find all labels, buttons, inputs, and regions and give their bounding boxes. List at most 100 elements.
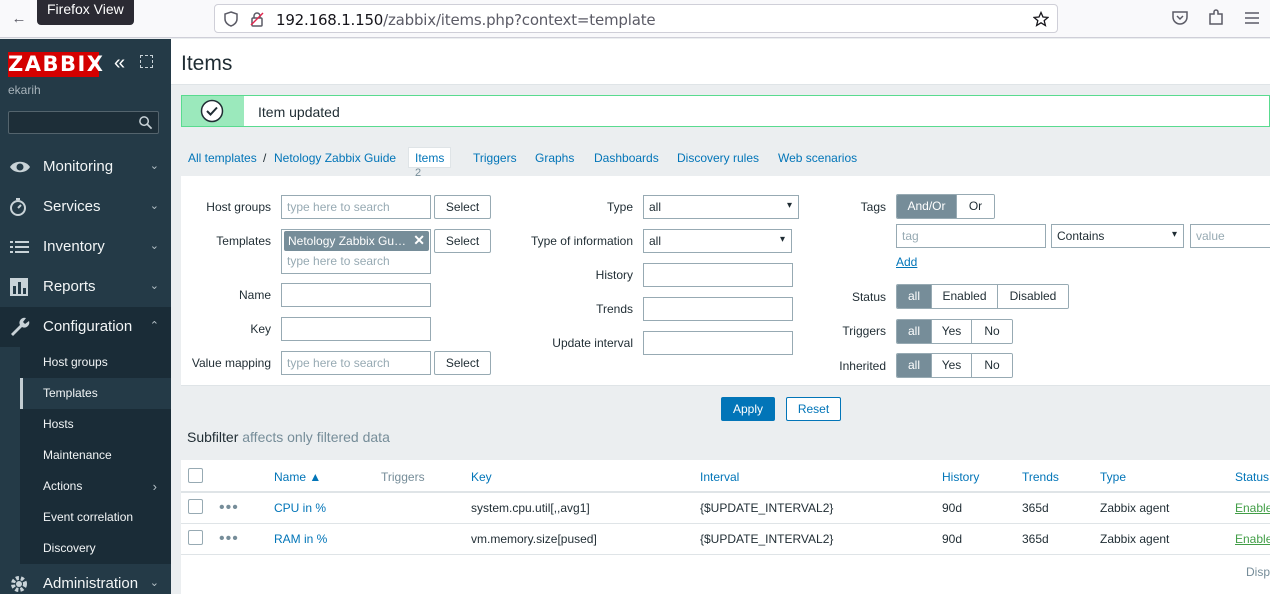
- submenu-discovery[interactable]: Discovery: [20, 533, 171, 564]
- sidebar-search-input[interactable]: [8, 111, 159, 134]
- menu-inventory[interactable]: Inventory ⌄: [0, 227, 171, 267]
- column-header-status[interactable]: Status: [1235, 470, 1269, 484]
- sidebar: ZABBIX « ekarih Monitoring ⌄ Services ⌄ …: [0, 39, 171, 594]
- column-header-history[interactable]: History: [942, 470, 979, 484]
- apply-button[interactable]: Apply: [721, 397, 775, 421]
- host-groups-input[interactable]: type here to search: [281, 195, 431, 219]
- item-history: 90d: [942, 532, 963, 546]
- host-groups-select-button[interactable]: Select: [434, 195, 491, 219]
- tags-or-option[interactable]: Or: [957, 195, 994, 218]
- tag-input[interactable]: tag: [896, 224, 1046, 248]
- key-label: Key: [250, 322, 271, 336]
- row-checkbox[interactable]: [188, 530, 203, 545]
- breadcrumb-template[interactable]: Netology Zabbix Guide: [274, 151, 396, 165]
- zabbix-logo[interactable]: ZABBIX: [8, 52, 103, 77]
- column-header-name[interactable]: Name ▲: [274, 470, 321, 484]
- breadcrumb-all-templates[interactable]: All templates: [188, 151, 257, 165]
- status-disabled-option[interactable]: Disabled: [998, 285, 1068, 308]
- value-mapping-select-button[interactable]: Select: [434, 351, 491, 375]
- tab-triggers[interactable]: Triggers: [473, 151, 517, 165]
- extensions-icon[interactable]: [1206, 8, 1226, 28]
- more-options-icon[interactable]: •••: [219, 531, 239, 547]
- status-enabled-option[interactable]: Enabled: [932, 285, 998, 308]
- back-icon[interactable]: ←: [8, 8, 30, 30]
- tab-items[interactable]: Items 2: [408, 147, 452, 179]
- tags-evaltype-toggle: And/Or Or: [896, 194, 995, 219]
- triggers-no-option[interactable]: No: [972, 320, 1012, 343]
- column-header-triggers: Triggers: [381, 470, 425, 484]
- select-all-checkbox[interactable]: [188, 468, 203, 483]
- item-status-link[interactable]: Enabled: [1235, 532, 1270, 546]
- name-input[interactable]: [281, 283, 431, 307]
- column-header-interval[interactable]: Interval: [700, 470, 739, 484]
- remove-chip-icon[interactable]: ✕: [413, 232, 425, 249]
- item-name-link[interactable]: RAM in %: [274, 532, 327, 546]
- menu-services[interactable]: Services ⌄: [0, 187, 171, 227]
- reset-button[interactable]: Reset: [786, 397, 841, 421]
- inherited-yes-option[interactable]: Yes: [932, 354, 972, 377]
- insecure-lock-icon[interactable]: [249, 11, 265, 27]
- tab-discovery-rules[interactable]: Discovery rules: [677, 151, 759, 165]
- more-options-icon[interactable]: •••: [219, 500, 239, 516]
- submenu-maintenance[interactable]: Maintenance: [20, 440, 171, 471]
- tag-operator-select[interactable]: Contains ▾: [1051, 224, 1184, 248]
- submenu-hosts[interactable]: Hosts: [20, 409, 171, 440]
- type-select[interactable]: all ▾: [643, 195, 799, 219]
- triggers-all-option[interactable]: all: [897, 320, 932, 343]
- name-label: Name: [238, 288, 271, 302]
- add-tag-link[interactable]: Add: [896, 255, 917, 269]
- history-input[interactable]: [643, 263, 793, 287]
- tab-dashboards[interactable]: Dashboards: [594, 151, 659, 165]
- submenu-event-correlation[interactable]: Event correlation: [20, 502, 171, 533]
- menu-configuration[interactable]: Configuration ⌃: [0, 307, 171, 347]
- column-header-trends[interactable]: Trends: [1022, 470, 1059, 484]
- submenu-host-groups[interactable]: Host groups: [20, 347, 171, 378]
- update-interval-input[interactable]: [643, 331, 793, 355]
- address-bar[interactable]: 192.168.1.150/zabbix/items.php?context=t…: [214, 4, 1058, 33]
- value-mapping-input[interactable]: type here to search: [281, 351, 431, 375]
- message-text: Item updated: [258, 104, 340, 120]
- templates-search-placeholder[interactable]: type here to search: [287, 254, 390, 268]
- menu-icon[interactable]: [1242, 8, 1262, 28]
- tags-and-or-option[interactable]: And/Or: [897, 195, 957, 218]
- menu-reports[interactable]: Reports ⌄: [0, 267, 171, 307]
- column-header-key[interactable]: Key: [471, 470, 492, 484]
- trends-input[interactable]: [643, 297, 793, 321]
- item-status-link[interactable]: Enabled: [1235, 501, 1270, 515]
- shield-icon[interactable]: [223, 11, 239, 27]
- key-input[interactable]: [281, 317, 431, 341]
- tooltip: Firefox View: [37, 0, 134, 25]
- type-of-information-select[interactable]: all ▾: [643, 229, 792, 253]
- chevron-down-icon: ▾: [786, 200, 792, 211]
- tab-items-label: Items: [415, 151, 445, 165]
- url-host: 192.168.1.150: [276, 11, 384, 29]
- submenu-actions[interactable]: Actions ›: [20, 471, 171, 502]
- triggers-yes-option[interactable]: Yes: [932, 320, 972, 343]
- submenu-templates[interactable]: Templates: [20, 378, 171, 409]
- column-header-type[interactable]: Type: [1100, 470, 1126, 484]
- type-select-value: all: [649, 200, 662, 214]
- inherited-all-option[interactable]: all: [897, 354, 932, 377]
- tag-value-input[interactable]: value: [1190, 224, 1270, 248]
- pocket-icon[interactable]: [1170, 8, 1190, 28]
- bookmark-star-icon[interactable]: [1033, 11, 1049, 27]
- check-circle-icon: [200, 99, 224, 123]
- inherited-no-option[interactable]: No: [972, 354, 1012, 377]
- collapse-sidebar-icon[interactable]: «: [114, 53, 125, 73]
- tab-graphs[interactable]: Graphs: [535, 151, 574, 165]
- chevron-down-icon: ⌄: [149, 240, 159, 252]
- tab-web-scenarios[interactable]: Web scenarios: [778, 151, 857, 165]
- templates-select-button[interactable]: Select: [434, 229, 491, 253]
- menu-monitoring[interactable]: Monitoring ⌄: [0, 147, 171, 187]
- search-icon[interactable]: [138, 115, 153, 130]
- status-all-option[interactable]: all: [897, 285, 932, 308]
- row-checkbox[interactable]: [188, 499, 203, 514]
- item-type: Zabbix agent: [1100, 501, 1170, 515]
- chevron-down-icon: ⌄: [149, 577, 159, 589]
- gear-icon: [11, 576, 27, 592]
- kiosk-mode-icon[interactable]: [140, 55, 153, 68]
- item-name-link[interactable]: CPU in %: [274, 501, 326, 515]
- row-divider: [181, 554, 1270, 555]
- tag-operator-value: Contains: [1057, 229, 1105, 243]
- menu-administration[interactable]: Administration ⌄: [0, 564, 171, 594]
